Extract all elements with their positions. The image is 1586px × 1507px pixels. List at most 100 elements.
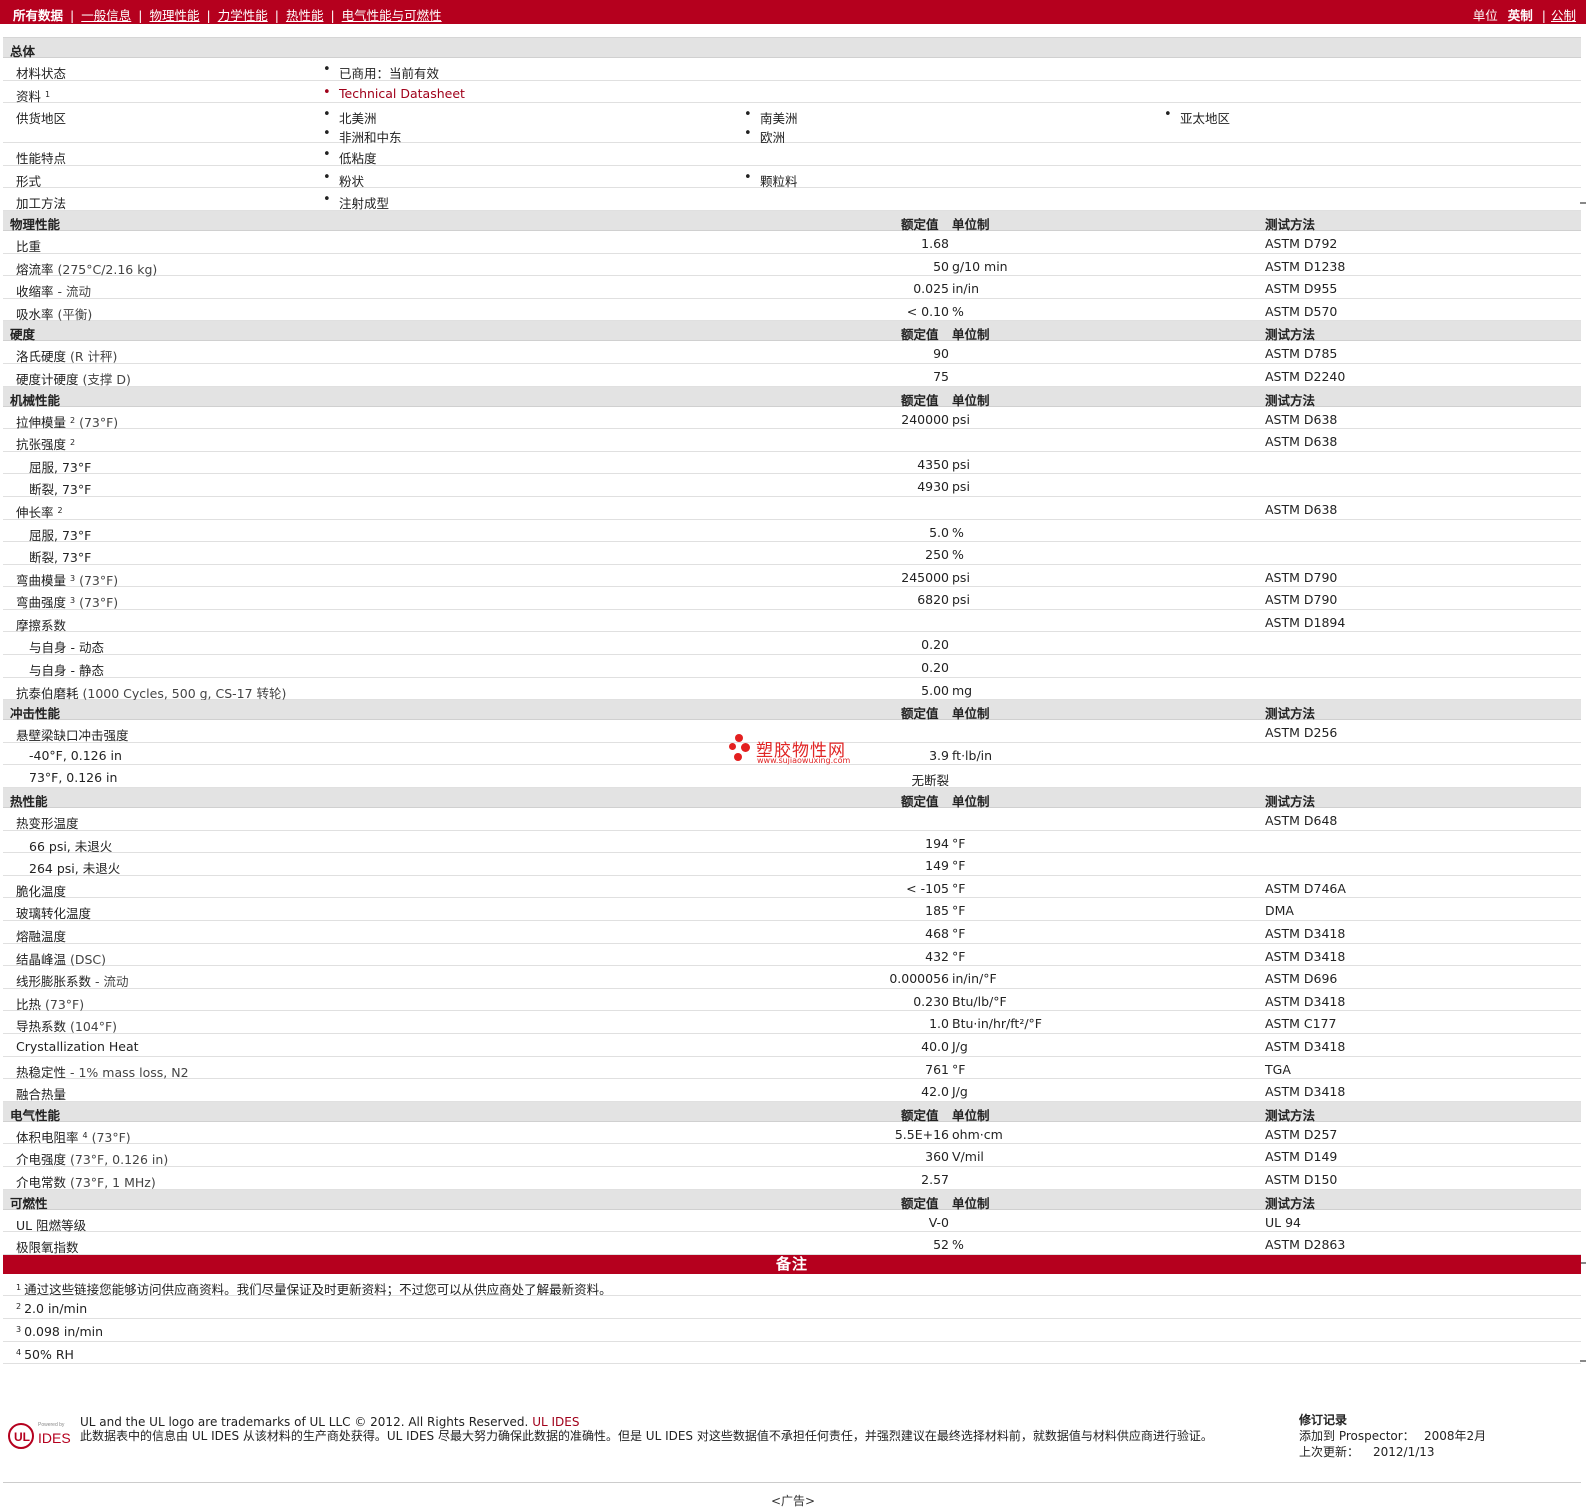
nav-all-data[interactable]: 所有数据 [13, 8, 63, 23]
test-method: ASTM D790 [1265, 592, 1338, 608]
nominal-value: < 0.10 [906, 303, 949, 319]
nominal-value: 42.0 [921, 1084, 949, 1100]
note-text: 3 0.098 in/min [16, 1323, 104, 1339]
nominal-value: 75 [933, 368, 949, 384]
top-nav-bar: 所有数据 | 一般信息 | 物理性能 | 力学性能 | 热性能 | 电气性能与可燃性 单位 英制 |… [0, 0, 1586, 24]
nominal-value: 6820 [917, 592, 949, 608]
unit-value: psi [952, 411, 970, 427]
test-method: ASTM D696 [1265, 971, 1338, 987]
row-label: 供货地区 [16, 111, 67, 127]
property-label: 抗泰伯磨耗 (1000 Cycles, 500 g, CS-17 转轮) [16, 685, 287, 701]
property-row: 玻璃转化温度 185 °F DMA [3, 898, 1581, 921]
section-header: 机械性能 额定值 单位制 测试方法 [3, 386, 1581, 408]
unit-value: % [952, 547, 964, 563]
bullet-value: 已商用：当前有效 [323, 62, 439, 82]
test-method: ASTM D257 [1265, 1126, 1338, 1142]
property-label: Crystallization Heat [16, 1038, 139, 1054]
property-label: 热变形温度 [16, 816, 79, 832]
updated-value: 2012/1/13 [1373, 1445, 1435, 1459]
unit-metric-link[interactable]: 公制 [1551, 8, 1576, 23]
svg-text:Powered by: Powered by [38, 1422, 65, 1428]
property-label: 比热 (73°F) [16, 996, 85, 1012]
unit-english-button[interactable]: 英制 [1508, 8, 1533, 23]
unit-value: °F [952, 880, 966, 896]
region-value: 南美洲 [744, 107, 797, 127]
property-label: 比重 [16, 238, 42, 254]
property-row: 热稳定性 - 1% mass loss, N2 761 °F TGA [3, 1057, 1581, 1080]
note-item: 1 通过这些链接您能够访问供应商资料。我们尽量保证及时更新资料；不过您可以从供应商… [3, 1274, 1581, 1297]
unit-value: °F [952, 926, 966, 941]
unit-value: psi [952, 456, 970, 472]
property-row: 断裂, 73°F 4930 psi [3, 474, 1581, 497]
footer: UL Powered by IDES UL and the UL logo ar… [3, 1412, 1581, 1470]
nav-mechanical[interactable]: 力学性能 [218, 8, 268, 23]
nominal-value: 432 [925, 948, 949, 964]
test-method: ASTM D3418 [1265, 1038, 1346, 1054]
nominal-value: 52 [933, 1237, 949, 1253]
nominal-value: 360 [925, 1149, 949, 1165]
test-method: ASTM D648 [1265, 813, 1338, 829]
unit-value: °F [952, 835, 966, 851]
nominal-value: < -105 [906, 880, 949, 896]
property-row: UL 阻燃等级 V-0 UL 94 [3, 1210, 1581, 1233]
revision-title: 修订记录 [1299, 1413, 1348, 1427]
row-label: 资料 1 [16, 88, 51, 104]
notes-list: 1 通过这些链接您能够访问供应商资料。我们尽量保证及时更新资料；不过您可以从供应商… [3, 1274, 1581, 1365]
nav-electrical-flammability[interactable]: 电气性能与可燃性 [342, 8, 442, 23]
property-row: 脆化温度 < -105 °F ASTM D746A [3, 876, 1581, 899]
property-row: 比热 (73°F) 0.230 Btu/lb/°F ASTM D3418 [3, 989, 1581, 1012]
nominal-value: 0.000056 [889, 971, 949, 987]
property-label: 摩擦系数 [16, 617, 67, 633]
section-header: 热性能 额定值 单位制 测试方法 [3, 788, 1581, 809]
unit-value: in/in/°F [952, 971, 997, 987]
section-header: 电气性能 额定值 单位制 测试方法 [3, 1101, 1581, 1123]
section-header: 可燃性 额定值 单位制 测试方法 [3, 1189, 1581, 1211]
test-method: ASTM D2240 [1265, 368, 1346, 384]
region-value: 亚太地区 [1164, 107, 1230, 127]
nominal-value: 5.00 [921, 682, 949, 698]
watermark-url: www.sujiaowuxing.com [757, 756, 851, 765]
property-label: 与自身 - 动态 [29, 640, 104, 656]
test-method: ASTM D3418 [1265, 1084, 1346, 1100]
unit-value: psi [952, 569, 970, 585]
test-method: ASTM D792 [1265, 235, 1338, 251]
property-row: 与自身 - 静态 0.20 [3, 655, 1581, 678]
nominal-value: 468 [925, 926, 949, 941]
test-method: ASTM D638 [1265, 501, 1338, 517]
unit-value: in/in [952, 281, 980, 297]
property-row: 屈服, 73°F 5.0% [3, 520, 1581, 543]
bullet-value: 低粘度 [323, 147, 376, 167]
property-row: 66 psi, 未退火 194 °F [3, 831, 1581, 854]
nav-physical[interactable]: 物理性能 [149, 8, 199, 23]
ul-ides-link[interactable]: UL IDES [532, 1415, 579, 1429]
section-header: 冲击性能 额定值 单位制 测试方法 [3, 700, 1581, 721]
region-value: 北美洲 [323, 107, 376, 127]
general-row-source: 资料 1 Technical Datasheet [3, 81, 1581, 104]
test-method: ASTM D149 [1265, 1149, 1338, 1165]
nav-general-info[interactable]: 一般信息 [81, 8, 131, 23]
svg-text:UL: UL [14, 1430, 30, 1444]
test-method: ASTM D256 [1265, 725, 1338, 741]
watermark-logo-icon [729, 734, 755, 766]
unit-value: V/mil [952, 1149, 984, 1165]
technical-datasheet-link[interactable]: Technical Datasheet [323, 85, 465, 101]
property-label: 悬壁梁缺口冲击强度 [16, 728, 129, 744]
added-value: 2008年2月 [1424, 1429, 1487, 1443]
unit-value: Btu/lb/°F [952, 993, 1007, 1009]
unit-value: Btu·in/hr/ft²/°F [952, 1016, 1042, 1032]
property-row: 264 psi, 未退火 149 °F [3, 853, 1581, 876]
nav-thermal[interactable]: 热性能 [286, 8, 324, 23]
section-header-general: 总体 [3, 38, 1581, 59]
section-header: 硬度 额定值 单位制 测试方法 [3, 321, 1581, 342]
general-row-regions: 供货地区 北美洲 南美洲 亚太地区 非洲和中东 欧洲 [3, 103, 1581, 145]
general-row-status: 材料状态 已商用：当前有效 [3, 58, 1581, 81]
property-row: 体积电阻率 4 (73°F) 5.5E+16 ohm·cm ASTM D257 [3, 1122, 1581, 1145]
property-row: 弯曲强度 3 (73°F) 6820 psi ASTM D790 [3, 587, 1581, 610]
unit-value: ohm·cm [952, 1126, 1003, 1142]
test-method: ASTM D955 [1265, 281, 1338, 297]
property-row: 结晶峰温 (DSC) 432 °F ASTM D3418 [3, 944, 1581, 967]
property-row: 摩擦系数 ASTM D1894 [3, 610, 1581, 633]
nominal-value: 0.025 [913, 281, 949, 297]
nominal-value: 194 [925, 835, 949, 851]
note-text: 4 50% RH [16, 1346, 74, 1362]
